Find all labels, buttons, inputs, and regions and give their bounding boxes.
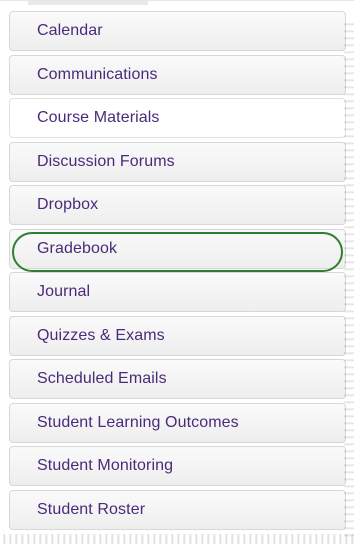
menu-item-label: Journal — [37, 283, 91, 300]
course-tools-menu: Calendar Communications Course Materials… — [9, 11, 346, 533]
right-edge-artifact — [344, 19, 354, 539]
menu-item-label: Quizzes & Exams — [37, 326, 165, 344]
menu-item-calendar[interactable]: Calendar — [9, 11, 346, 51]
menu-item-student-monitoring[interactable]: Student Monitoring — [9, 446, 346, 486]
top-clip-edge — [28, 1, 148, 5]
course-tools-menu-screenshot: Calendar Communications Course Materials… — [0, 0, 354, 544]
menu-item-label: Course Materials — [37, 109, 160, 126]
menu-item-label: Discussion Forums — [37, 152, 175, 170]
menu-item-course-materials[interactable]: Course Materials — [9, 98, 346, 138]
menu-item-journal[interactable]: Journal — [9, 272, 346, 312]
menu-item-label: Communications — [37, 65, 158, 83]
menu-item-label: Scheduled Emails — [37, 370, 167, 387]
menu-item-label: Student Learning Outcomes — [37, 413, 239, 431]
menu-item-label: Calendar — [37, 22, 103, 39]
menu-item-label: Student Roster — [37, 500, 146, 518]
menu-item-scheduled-emails[interactable]: Scheduled Emails — [9, 359, 346, 399]
menu-item-student-roster[interactable]: Student Roster — [9, 489, 346, 530]
menu-item-label: Student Monitoring — [37, 457, 174, 474]
menu-item-gradebook[interactable]: Gradebook — [9, 228, 346, 272]
menu-item-label: Dropbox — [37, 196, 99, 213]
menu-item-student-learning-outcomes[interactable]: Student Learning Outcomes — [9, 402, 346, 443]
menu-item-label: Gradebook — [37, 239, 118, 257]
menu-item-discussion-forums[interactable]: Discussion Forums — [9, 141, 346, 182]
menu-item-dropbox[interactable]: Dropbox — [9, 185, 346, 225]
menu-item-quizzes-exams[interactable]: Quizzes & Exams — [9, 315, 346, 356]
menu-item-communications[interactable]: Communications — [9, 54, 346, 95]
